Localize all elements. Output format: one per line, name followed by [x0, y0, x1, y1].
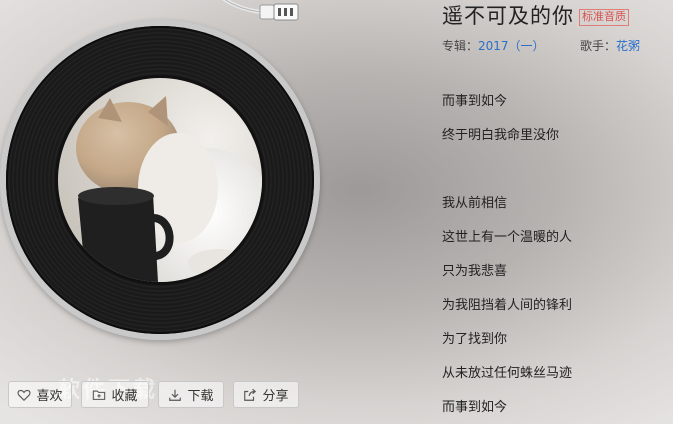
- download-button[interactable]: 下载: [158, 381, 224, 408]
- lyric-line: 为了找到你: [442, 332, 508, 347]
- favorite-label: 收藏: [111, 389, 138, 404]
- lyric-line: 为我阻挡着人间的锋利: [442, 298, 573, 313]
- song-title: 遥不可及的你: [442, 4, 574, 28]
- share-icon: [244, 388, 257, 401]
- singer-link[interactable]: 花粥: [616, 39, 640, 53]
- folder-plus-icon: [93, 390, 106, 400]
- singer-info: 歌手：花粥: [580, 37, 640, 54]
- lyric-line: 而事到如今: [442, 94, 508, 109]
- download-label: 下载: [187, 389, 214, 404]
- like-button[interactable]: 喜欢: [8, 381, 72, 408]
- kitten-cup-illustration: [58, 78, 262, 282]
- share-label: 分享: [262, 389, 289, 404]
- quality-badge[interactable]: 标准音质: [579, 8, 629, 26]
- share-button[interactable]: 分享: [233, 381, 299, 408]
- album-label: 专辑：: [442, 39, 479, 53]
- download-icon: [169, 389, 182, 401]
- album-info: 专辑：2017（一）: [442, 37, 545, 54]
- heart-icon: [17, 389, 32, 401]
- lyric-line: 只为我悲喜: [442, 264, 508, 279]
- lyric-line: 终于明白我命里没你: [442, 128, 560, 143]
- lyric-line: 我从前相信: [442, 196, 508, 211]
- like-label: 喜欢: [36, 389, 63, 404]
- album-link[interactable]: 2017（一）: [478, 39, 545, 53]
- album-cover-kitten[interactable]: [58, 78, 262, 282]
- favorite-button[interactable]: 收藏: [81, 381, 149, 408]
- tonearm: [221, 0, 299, 21]
- lyric-line: 从未放过任何蛛丝马迹: [442, 366, 573, 381]
- singer-label: 歌手：: [580, 39, 617, 53]
- lyric-line: 而事到如今: [442, 400, 508, 415]
- song-title-row: 遥不可及的你 标准音质: [442, 0, 629, 30]
- action-bar: 喜欢 收藏 下载 分享: [8, 381, 308, 408]
- lyric-line: 这世上有一个温暖的人: [442, 230, 573, 245]
